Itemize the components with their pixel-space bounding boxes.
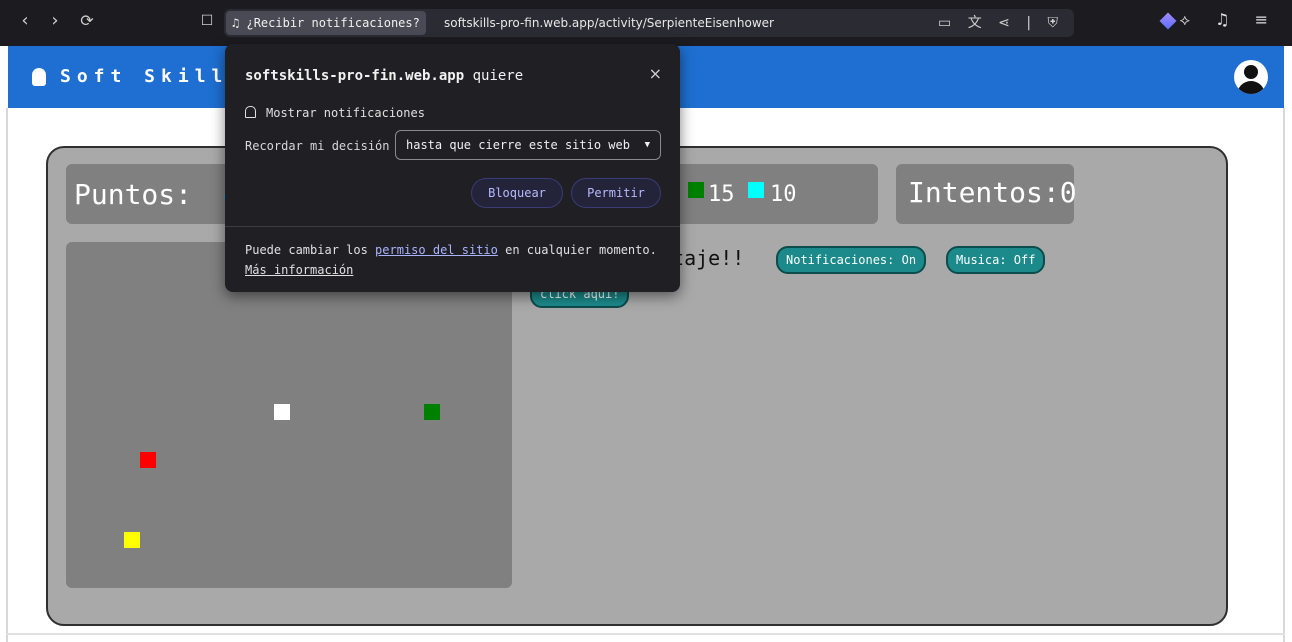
more-info-link[interactable]: Más información	[245, 263, 353, 277]
menu-icons[interactable]: ⟡ ♫ ≡	[1180, 10, 1279, 29]
footer-prefix: Puede cambiar los	[245, 243, 376, 257]
back-icon[interactable]: ‹	[14, 10, 36, 32]
permission-row: Mostrar notificaciones	[245, 106, 425, 120]
notification-chip-label: ¿Recibir notificaciones?	[246, 16, 420, 30]
green-piece	[424, 404, 440, 420]
footer-suffix: en cualquier momento.	[497, 243, 657, 257]
legend-green-square	[688, 182, 704, 198]
page-border-bottom	[6, 633, 1285, 635]
page-border-left	[6, 108, 8, 642]
url-text[interactable]: softskills-pro-fin.web.app/activity/Serp…	[444, 9, 774, 37]
bookmark-icon[interactable]: ☐	[196, 10, 218, 32]
extension-icon[interactable]	[1159, 12, 1176, 29]
popup-site: softskills-pro-fin.web.app	[245, 68, 465, 84]
legend-cyan-square	[748, 182, 764, 198]
white-piece	[274, 404, 290, 420]
legend-value-3: 10	[770, 182, 797, 207]
close-icon[interactable]: ×	[649, 64, 662, 83]
bell-icon: ♫	[232, 16, 240, 30]
brand-logo-icon	[32, 68, 46, 86]
popup-footer: Puede cambiar los permiso del sitio en c…	[245, 240, 665, 280]
points-label: Puntos:	[74, 178, 193, 211]
toolbar-right-icons[interactable]: ⟡ ♫ ≡	[1159, 10, 1279, 30]
chevron-down-icon: ▼	[644, 140, 650, 150]
music-toggle[interactable]: Musica: Off	[946, 246, 1046, 274]
permission-label: Mostrar notificaciones	[266, 106, 425, 120]
block-button[interactable]: Bloquear	[471, 178, 563, 208]
yellow-piece	[124, 532, 140, 548]
popup-divider	[225, 226, 680, 227]
browser-toolbar: ‹ › ⟳ ☐ ♫ ¿Recibir notificaciones? softs…	[0, 0, 1292, 46]
remember-select[interactable]: hasta que cierre este sitio web ▼	[395, 130, 661, 160]
popup-title-suffix: quiere	[464, 68, 524, 84]
brand-title[interactable]: Soft Skills	[60, 66, 245, 87]
attempts-panel: Intentos:0	[896, 164, 1077, 224]
notification-permission-popup: softskills-pro-fin.web.app quiere × Most…	[225, 44, 680, 292]
remember-label: Recordar mi decisión	[245, 139, 390, 153]
reload-icon[interactable]: ⟳	[76, 10, 98, 32]
bell-icon	[245, 106, 256, 118]
notifications-toggle[interactable]: Notificaciones: On	[776, 246, 927, 274]
attempts-label: Intentos:0	[908, 176, 1077, 209]
color-legend: 0 15 10	[648, 164, 878, 224]
popup-title: softskills-pro-fin.web.app quiere	[245, 68, 523, 84]
address-bar[interactable]: ♫ ¿Recibir notificaciones? softskills-pr…	[224, 9, 1074, 37]
notification-request-chip[interactable]: ♫ ¿Recibir notificaciones?	[226, 11, 426, 35]
remember-select-value: hasta que cierre este sitio web	[406, 138, 630, 152]
game-board[interactable]	[66, 242, 512, 588]
allow-button[interactable]: Permitir	[571, 178, 661, 208]
red-piece	[140, 452, 156, 468]
page-border-right	[1283, 108, 1285, 642]
address-bar-icons[interactable]: ▭ 文 ⋖ | ⛨	[938, 9, 1064, 37]
legend-value-2: 15	[708, 182, 735, 207]
user-avatar-icon[interactable]	[1234, 60, 1268, 94]
forward-icon[interactable]: ›	[44, 10, 66, 32]
site-permissions-link[interactable]: permiso del sitio	[375, 243, 498, 257]
